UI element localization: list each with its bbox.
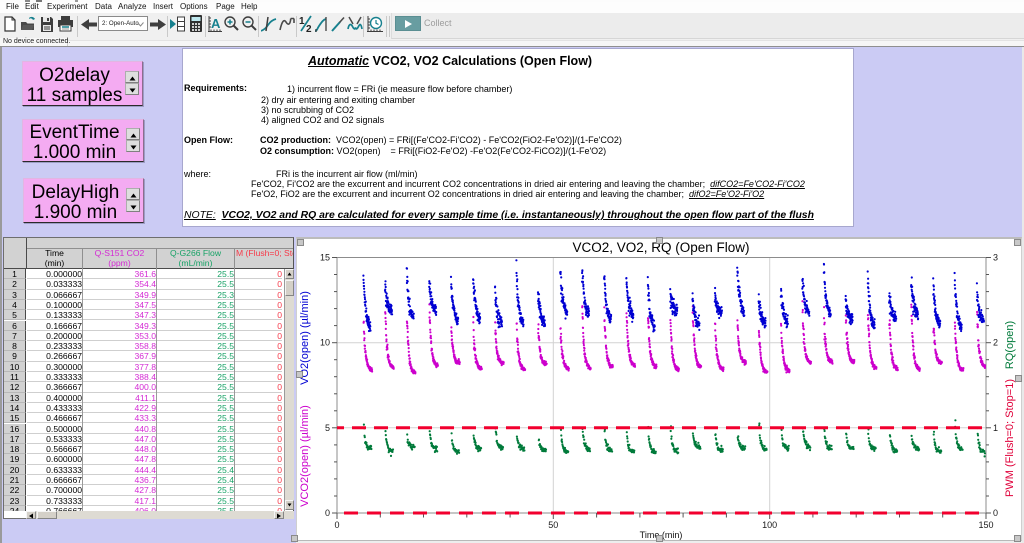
svg-text:10: 10 bbox=[320, 338, 330, 348]
svg-text:0: 0 bbox=[325, 508, 330, 518]
svg-text:50: 50 bbox=[548, 520, 558, 530]
svg-text:3: 3 bbox=[993, 253, 998, 263]
svg-text:1: 1 bbox=[993, 423, 998, 433]
svg-text:0: 0 bbox=[334, 520, 339, 530]
svg-text:100: 100 bbox=[762, 520, 777, 530]
svg-text:2: 2 bbox=[993, 338, 998, 348]
svg-text:0: 0 bbox=[993, 508, 998, 518]
svg-text:150: 150 bbox=[978, 520, 993, 530]
svg-text:5: 5 bbox=[325, 423, 330, 433]
svg-text:15: 15 bbox=[320, 253, 330, 263]
